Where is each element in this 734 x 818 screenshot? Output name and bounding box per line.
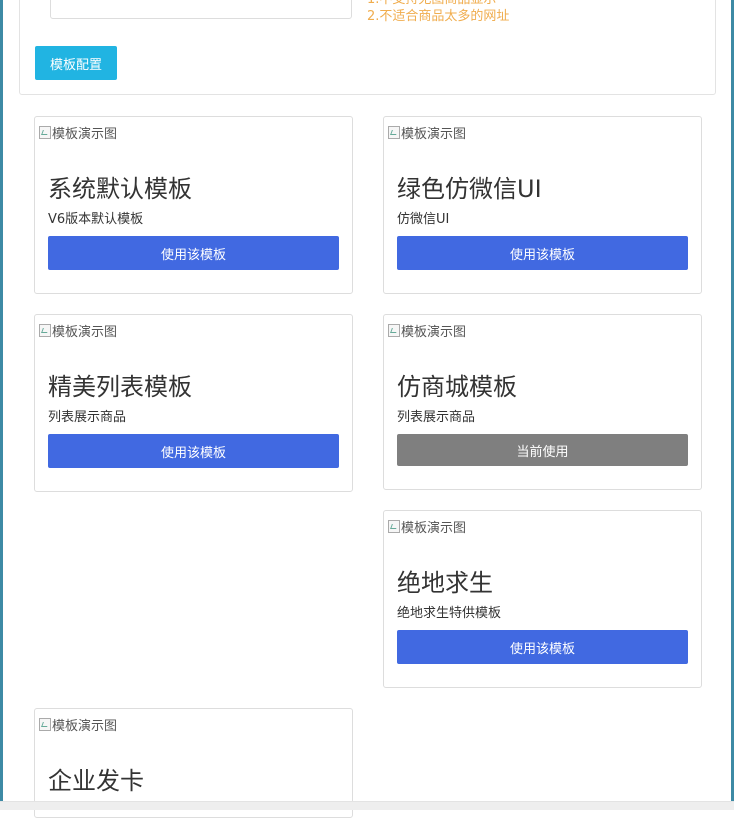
template-preview-alt: 模板演示图 bbox=[52, 719, 118, 734]
template-preview-image: 模板演示图 bbox=[39, 321, 117, 340]
template-preview-image: 模板演示图 bbox=[388, 517, 466, 536]
template-preview-image: 模板演示图 bbox=[39, 715, 117, 734]
template-preview-alt: 模板演示图 bbox=[52, 127, 118, 142]
use-template-button[interactable]: 使用该模板 bbox=[397, 236, 688, 270]
template-title: 绝地求生 bbox=[397, 569, 493, 597]
template-description: 仿微信UI bbox=[397, 212, 450, 227]
use-template-button[interactable]: 使用该模板 bbox=[397, 630, 688, 664]
template-preview-image: 模板演示图 bbox=[388, 123, 466, 142]
broken-image-icon bbox=[39, 324, 51, 337]
template-card-current: 模板演示图 仿商城模板 列表展示商品 当前使用 bbox=[383, 314, 702, 490]
template-description: 列表展示商品 bbox=[397, 410, 476, 425]
template-title: 绿色仿微信UI bbox=[397, 175, 542, 203]
config-tip-2: 2.不适合商品太多的网址 bbox=[367, 9, 510, 24]
config-textarea[interactable] bbox=[50, 0, 352, 19]
template-preview-alt: 模板演示图 bbox=[401, 325, 467, 340]
template-title: 企业发卡 bbox=[48, 767, 144, 795]
use-template-button[interactable]: 使用该模板 bbox=[48, 236, 339, 270]
template-title: 精美列表模板 bbox=[48, 373, 192, 401]
broken-image-icon bbox=[39, 718, 51, 731]
template-card: 模板演示图 绿色仿微信UI 仿微信UI 使用该模板 bbox=[383, 116, 702, 294]
broken-image-icon bbox=[388, 126, 400, 139]
template-preview-image: 模板演示图 bbox=[388, 321, 466, 340]
template-description: V6版本默认模板 bbox=[48, 212, 144, 227]
template-title: 系统默认模板 bbox=[48, 175, 192, 203]
template-card: 模板演示图 精美列表模板 列表展示商品 使用该模板 bbox=[34, 314, 353, 492]
current-template-button[interactable]: 当前使用 bbox=[397, 434, 688, 466]
broken-image-icon bbox=[388, 324, 400, 337]
template-card: 模板演示图 系统默认模板 V6版本默认模板 使用该模板 bbox=[34, 116, 353, 294]
template-title: 仿商城模板 bbox=[397, 373, 517, 401]
horizontal-scrollbar[interactable] bbox=[0, 801, 734, 810]
template-config-button[interactable]: 模板配置 bbox=[35, 46, 117, 80]
template-preview-image: 模板演示图 bbox=[39, 123, 117, 142]
template-preview-alt: 模板演示图 bbox=[52, 325, 118, 340]
template-preview-alt: 模板演示图 bbox=[401, 127, 467, 142]
broken-image-icon bbox=[388, 520, 400, 533]
broken-image-icon bbox=[39, 126, 51, 139]
template-card: 模板演示图 绝地求生 绝地求生特供模板 使用该模板 bbox=[383, 510, 702, 688]
use-template-button[interactable]: 使用该模板 bbox=[48, 434, 339, 468]
template-description: 绝地求生特供模板 bbox=[397, 606, 502, 621]
template-description: 列表展示商品 bbox=[48, 410, 127, 425]
template-preview-alt: 模板演示图 bbox=[401, 521, 467, 536]
template-config-panel: 1.不支持无图商品显示 2.不适合商品太多的网址 模板配置 bbox=[19, 0, 716, 95]
frame-left-border bbox=[0, 0, 3, 810]
